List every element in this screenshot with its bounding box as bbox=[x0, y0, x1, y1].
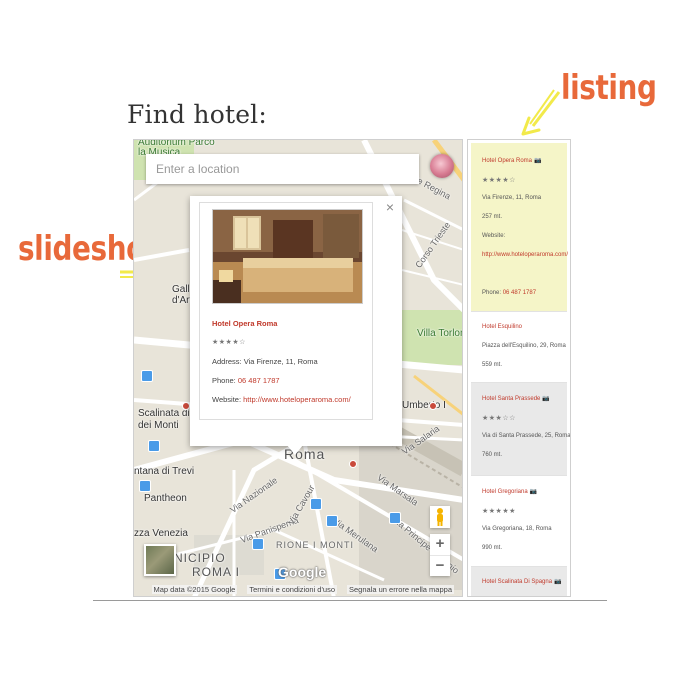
transit-icon[interactable] bbox=[326, 515, 338, 527]
hotel-slideshow-image[interactable] bbox=[212, 209, 363, 304]
website-label: Website: bbox=[212, 395, 244, 404]
listing-address: Via Gregoriana, 18, Roma bbox=[482, 526, 552, 532]
info-hotel-phone: Phone: 06 487 1787 bbox=[212, 376, 280, 385]
map-label: Villa Torlon bbox=[417, 328, 463, 339]
listing-name-text[interactable]: Hotel Scalinata Di Spagna bbox=[482, 579, 552, 585]
transit-icon[interactable] bbox=[148, 440, 160, 452]
info-hotel-website: Website: http://www.hoteloperaroma.com/ bbox=[212, 395, 351, 404]
listing-address: Piazza dell'Esquilino, 29, Roma bbox=[482, 343, 566, 349]
info-window: × Hotel Opera Roma ★★★★☆ Address: Via Fi… bbox=[190, 196, 402, 455]
listing-stars: ★★★★★ bbox=[482, 508, 516, 515]
listing-item[interactable]: Hotel Esquilino Piazza dell'Esquilino, 2… bbox=[471, 311, 567, 383]
zoom-in-button[interactable]: + bbox=[430, 534, 450, 555]
avatar[interactable] bbox=[430, 154, 454, 178]
address-label: Address: bbox=[212, 357, 244, 366]
satellite-toggle-thumbnail[interactable] bbox=[144, 544, 176, 576]
phone-link[interactable]: 06 487 1787 bbox=[503, 290, 536, 296]
map-data-credit: Map data ©2015 Google bbox=[151, 584, 238, 594]
info-window-content: Hotel Opera Roma ★★★★☆ Address: Via Fire… bbox=[199, 202, 373, 420]
street-view-pegman-icon[interactable] bbox=[430, 506, 450, 528]
info-hotel-stars: ★★★★☆ bbox=[212, 339, 246, 346]
phone-label: Phone: bbox=[482, 290, 502, 296]
map-footer: Map data ©2015 Google Termini e condizio… bbox=[134, 582, 462, 596]
listing-hotel-name[interactable]: Hotel Esquilino bbox=[482, 324, 522, 330]
location-search-input[interactable] bbox=[146, 154, 419, 184]
poi-pin-icon[interactable] bbox=[182, 402, 190, 410]
page-title: Find hotel: bbox=[127, 100, 268, 129]
listing-website-link[interactable]: http://www.hoteloperaroma.com/ bbox=[482, 252, 568, 258]
divider bbox=[93, 600, 607, 601]
map-label: NICIPIO bbox=[174, 551, 226, 565]
camera-icon: 📷 bbox=[554, 579, 562, 585]
info-window-tail bbox=[287, 445, 303, 455]
transit-icon[interactable] bbox=[252, 538, 264, 550]
listing-phone: Phone: 06 487 1787 bbox=[482, 290, 536, 296]
poi-pin-icon[interactable] bbox=[429, 402, 437, 410]
hotel-listing[interactable]: Hotel Opera Roma 📷 ★★★★☆ Via Firenze, 11,… bbox=[467, 139, 571, 597]
listing-name-text[interactable]: Hotel Santa Prassede bbox=[482, 396, 540, 402]
listing-website-label: Website: bbox=[482, 233, 506, 239]
map-label: ROMA I bbox=[192, 565, 241, 579]
listing-stars: ★★★☆☆ bbox=[482, 415, 516, 422]
transit-icon[interactable] bbox=[139, 480, 151, 492]
listing-hotel-name[interactable]: Hotel Gregoriana 📷 bbox=[482, 488, 537, 495]
listing-arrow-icon bbox=[521, 89, 561, 136]
map-label: ntana di Trevi bbox=[134, 466, 195, 477]
camera-icon: 📷 bbox=[529, 489, 538, 495]
listing-item[interactable]: Hotel Gregoriana 📷 ★★★★★ Via Gregoriana, … bbox=[471, 475, 567, 567]
map-label: zza Venezia bbox=[134, 528, 188, 539]
transit-icon[interactable] bbox=[141, 370, 153, 382]
map[interactable]: Auditorium Parco la Musica Corso Trieste… bbox=[133, 139, 463, 597]
listing-stars: ★★★★☆ bbox=[482, 177, 516, 184]
listing-annotation: listing bbox=[561, 68, 657, 108]
info-hotel-name[interactable]: Hotel Opera Roma bbox=[212, 319, 277, 328]
poi-pin-icon[interactable] bbox=[349, 460, 357, 468]
listing-item[interactable]: Hotel Scalinata Di Spagna 📷 bbox=[471, 567, 567, 596]
website-link[interactable]: http://www.hoteloperaroma.com/ bbox=[243, 395, 351, 404]
map-label: Scalinata di bbox=[138, 408, 190, 419]
address-value: Via Firenze, 11, Roma bbox=[243, 357, 318, 366]
listing-name-text[interactable]: Hotel Gregoriana bbox=[482, 489, 528, 495]
camera-icon: 📷 bbox=[534, 158, 542, 164]
camera-icon: 📷 bbox=[542, 396, 550, 402]
terms-link[interactable]: Termini e condizioni d'uso bbox=[247, 584, 337, 594]
phone-label: Phone: bbox=[212, 376, 238, 385]
phone-link[interactable]: 06 487 1787 bbox=[238, 376, 280, 385]
listing-item[interactable]: Hotel Santa Prassede 📷 ★★★☆☆ Via di Santa… bbox=[471, 383, 570, 475]
transit-icon[interactable] bbox=[310, 498, 322, 510]
map-label: Umberto I bbox=[402, 400, 446, 411]
listing-hotel-name[interactable]: Hotel Santa Prassede 📷 bbox=[482, 395, 550, 402]
map-label: RIONE I MONTI bbox=[276, 540, 354, 550]
transit-icon[interactable] bbox=[389, 512, 401, 524]
listing-address: Via di Santa Prassede, 25, Roma bbox=[482, 433, 571, 439]
map-label: dei Monti bbox=[138, 420, 179, 431]
close-icon[interactable]: × bbox=[386, 199, 394, 215]
listing-distance: 760 mt. bbox=[482, 452, 503, 458]
map-label: Pantheon bbox=[144, 493, 187, 504]
zoom-out-button[interactable]: − bbox=[430, 555, 450, 576]
listing-hotel-name[interactable]: Hotel Opera Roma 📷 bbox=[482, 157, 542, 164]
listing-item[interactable]: Hotel Opera Roma 📷 ★★★★☆ Via Firenze, 11,… bbox=[471, 143, 568, 311]
listing-distance: 257 mt. bbox=[482, 214, 503, 220]
report-error-link[interactable]: Segnala un errore nella mappa bbox=[347, 584, 454, 594]
info-hotel-address: Address: Via Firenze, 11, Roma bbox=[212, 357, 318, 366]
google-logo: Google bbox=[278, 564, 327, 580]
listing-distance: 990 mt. bbox=[482, 545, 503, 551]
listing-distance: 559 mt. bbox=[482, 362, 503, 368]
zoom-control: + − bbox=[430, 534, 450, 576]
listing-name-text[interactable]: Hotel Opera Roma bbox=[482, 158, 532, 164]
listing-hotel-name[interactable]: Hotel Scalinata Di Spagna 📷 bbox=[482, 578, 562, 585]
hotel-room-photo bbox=[213, 210, 362, 303]
listing-address: Via Firenze, 11, Roma bbox=[482, 195, 542, 201]
